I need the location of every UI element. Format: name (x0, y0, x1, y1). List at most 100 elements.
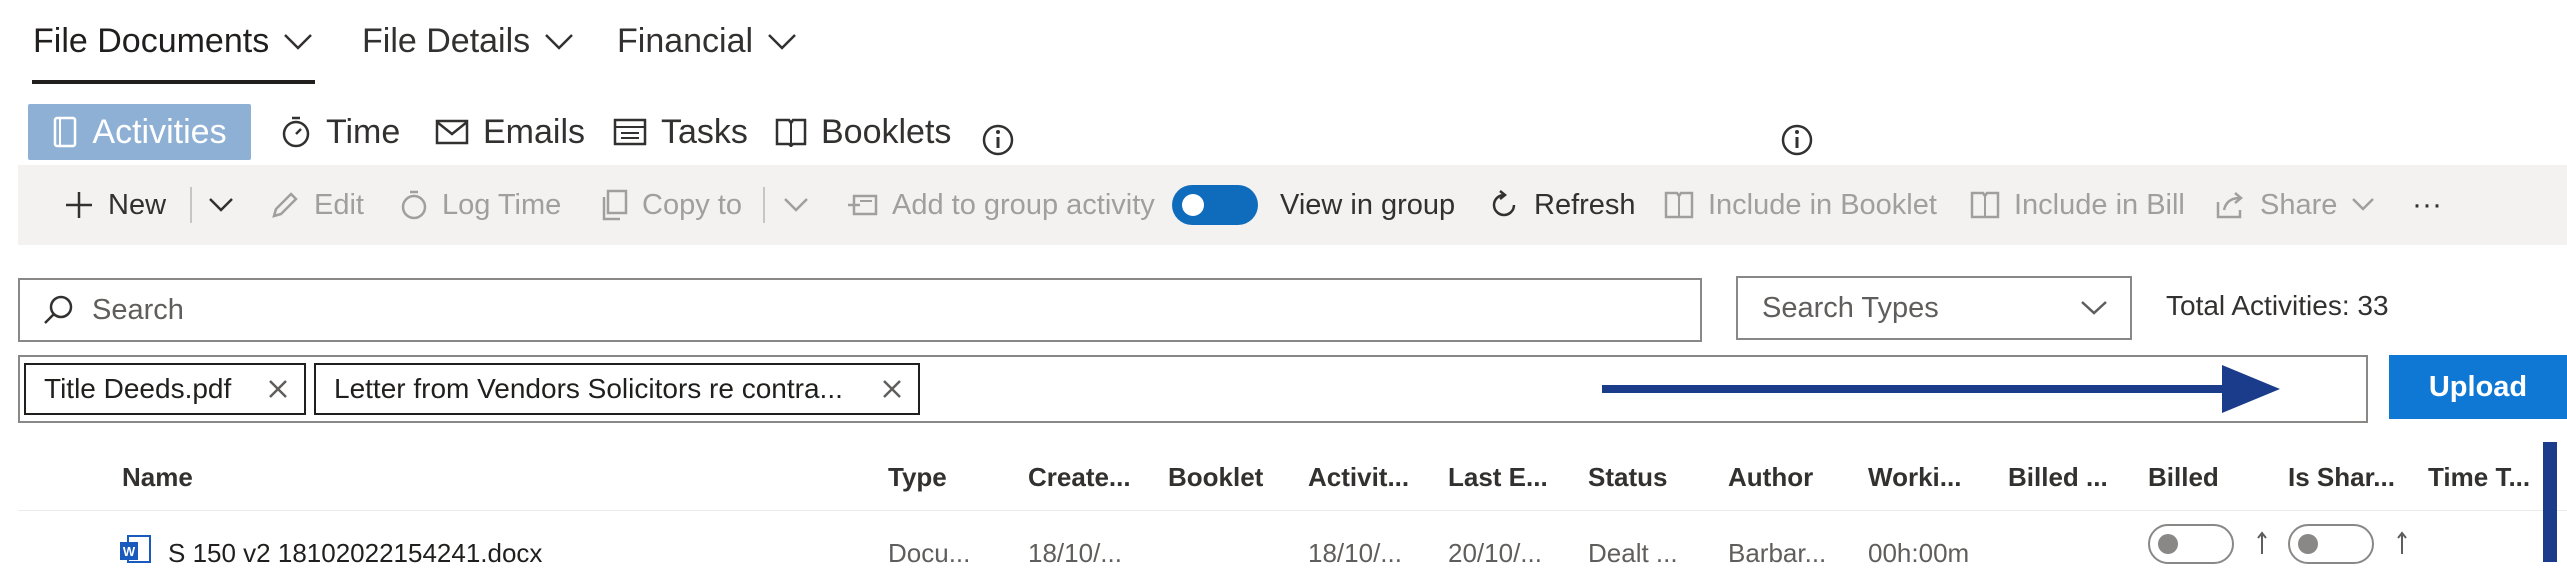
stopwatch-icon (280, 115, 312, 149)
copy-to-button[interactable]: Copy to (600, 165, 742, 245)
refresh-button[interactable]: Refresh (1488, 165, 1636, 245)
add-to-group-activity-button[interactable]: Add to group activity (846, 165, 1155, 245)
info-icon[interactable] (1780, 123, 1814, 157)
is-shared-toggle[interactable] (2288, 524, 2374, 564)
include-in-bill-button[interactable]: Include in Bill (1970, 165, 2185, 245)
nav-file-documents-label: File Documents (33, 22, 270, 60)
group-activity-icon (846, 192, 878, 218)
column-header-author[interactable]: Author (1728, 462, 1813, 493)
add-to-group-activity-label: Add to group activity (892, 188, 1155, 221)
task-list-icon (613, 118, 647, 146)
toggle-knob (2158, 534, 2178, 554)
new-button-label: New (108, 188, 167, 221)
column-header-is-shared[interactable]: Is Shar... (2288, 462, 2395, 493)
copy-to-dropdown-button[interactable] (783, 165, 809, 245)
table-row-status: Dealt ... (1588, 538, 1678, 568)
attachment-chip-label: Title Deeds.pdf (44, 373, 232, 404)
nav-file-details[interactable]: File Details (362, 22, 574, 61)
sort-arrow-icon (2256, 530, 2268, 556)
table-row-type: Docu... (888, 538, 971, 568)
chevron-down-icon (283, 33, 313, 51)
nav-financial-label: Financial (617, 22, 754, 60)
column-header-billed[interactable]: Billed (2148, 462, 2219, 493)
chevron-down-icon (767, 33, 797, 51)
share-button[interactable]: Share (2214, 165, 2375, 245)
tab-activities-label: Activities (92, 112, 227, 151)
plus-icon (64, 190, 94, 220)
nav-file-documents[interactable]: File Documents (33, 22, 313, 61)
column-header-billed-time[interactable]: Billed ... (2008, 462, 2108, 493)
column-header-booklet[interactable]: Booklet (1168, 462, 1263, 493)
column-header-type[interactable]: Type (888, 462, 947, 493)
include-in-booklet-label: Include in Booklet (1708, 188, 1937, 221)
booklet-icon (775, 117, 807, 147)
column-header-working[interactable]: Worki... (1868, 462, 1961, 493)
booklet-icon (1664, 190, 1694, 220)
tab-booklets-label: Booklets (821, 112, 952, 151)
share-button-label: Share (2260, 188, 2338, 221)
tab-time-label: Time (326, 112, 401, 151)
attachment-chip: Letter from Vendors Solicitors re contra… (314, 363, 920, 415)
book-icon (52, 115, 78, 149)
close-icon[interactable] (882, 379, 902, 399)
tab-time[interactable]: Time (280, 104, 400, 160)
column-header-created[interactable]: Create... (1028, 462, 1131, 493)
refresh-icon (1488, 189, 1520, 221)
mail-icon (435, 119, 469, 145)
table-row-activity: 18/10/... (1308, 538, 1402, 568)
log-time-button-label: Log Time (442, 188, 562, 221)
share-icon (2214, 190, 2246, 220)
attachment-chip-label: Letter from Vendors Solicitors re contra… (334, 373, 843, 404)
column-header-name[interactable]: Name (122, 462, 193, 493)
toggle-knob (2298, 534, 2318, 554)
edit-button[interactable]: Edit (270, 165, 364, 245)
table-row-last-edited: 20/10/... (1448, 538, 1542, 568)
tab-booklets[interactable]: Booklets (775, 104, 951, 160)
log-time-button[interactable]: Log Time (400, 165, 561, 245)
view-in-group-label: View in group (1280, 188, 1456, 221)
close-icon[interactable] (268, 379, 288, 399)
tab-activities[interactable]: Activities (28, 104, 251, 160)
arrow-annotation (1602, 363, 2282, 415)
table-row-created: 18/10/... (1028, 538, 1122, 568)
search-icon (42, 294, 74, 326)
booklet-icon (1970, 190, 2000, 220)
tab-emails[interactable]: Emails (435, 104, 585, 160)
nav-financial[interactable]: Financial (617, 22, 797, 61)
view-in-group-toggle[interactable]: View in group (1172, 165, 1455, 245)
svg-text:W: W (123, 544, 136, 559)
pencil-icon (270, 190, 300, 220)
table-row-working: 00h:00m (1868, 538, 1970, 568)
toggle-switch[interactable] (1172, 185, 1258, 225)
vertical-scrollbar[interactable] (2543, 442, 2557, 562)
tab-emails-label: Emails (483, 112, 586, 151)
column-header-status[interactable]: Status (1588, 462, 1667, 493)
chevron-down-icon (783, 197, 809, 213)
attachments-area[interactable]: Title Deeds.pdf Letter from Vendors Soli… (18, 355, 2368, 423)
divider (763, 187, 765, 223)
column-header-time-type[interactable]: Time T... (2428, 462, 2530, 493)
table-row-name[interactable]: S 150 v2 18102022154241.docx (168, 538, 542, 569)
search-placeholder: Search (92, 293, 184, 326)
command-bar: New Edit Log Time Copy to Add to group a (18, 165, 2567, 245)
column-header-activity[interactable]: Activit... (1308, 462, 1409, 493)
top-navigation: File Documents File Details Financial (0, 0, 1100, 88)
search-types-dropdown[interactable]: Search Types (1736, 276, 2132, 340)
info-icon[interactable] (981, 123, 1015, 157)
chevron-down-icon (544, 33, 574, 51)
more-options-button[interactable]: ··· (2412, 165, 2442, 245)
refresh-button-label: Refresh (1534, 188, 1636, 221)
nav-file-details-label: File Details (362, 22, 531, 60)
include-in-booklet-button[interactable]: Include in Booklet (1664, 165, 1937, 245)
new-button[interactable]: New (64, 165, 166, 245)
chevron-down-icon (2080, 300, 2108, 316)
upload-button[interactable]: Upload (2389, 355, 2567, 419)
tab-tasks[interactable]: Tasks (613, 104, 748, 160)
search-input[interactable]: Search (18, 278, 1702, 342)
include-in-bill-label: Include in Bill (2014, 188, 2185, 221)
column-header-last-edited[interactable]: Last E... (1448, 462, 1548, 493)
billed-toggle[interactable] (2148, 524, 2234, 564)
attachment-chip: Title Deeds.pdf (24, 363, 306, 415)
new-dropdown-button[interactable] (208, 165, 234, 245)
tab-tasks-label: Tasks (661, 112, 748, 151)
